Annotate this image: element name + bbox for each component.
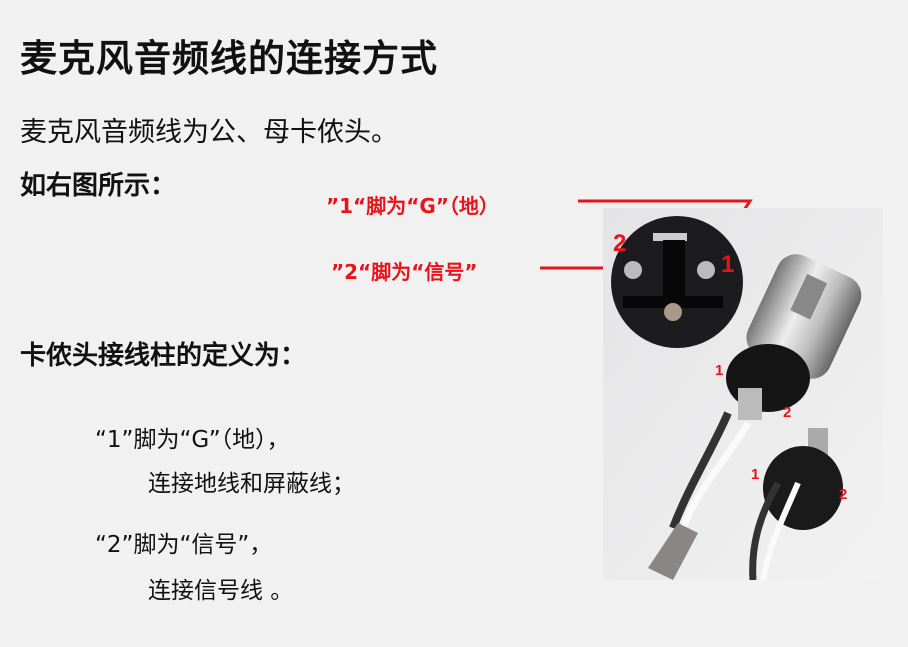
definition-1-line2: 连接地线和屏蔽线； (148, 471, 355, 497)
definition-1-line1: “1”脚为“G”（地）， (95, 427, 290, 453)
photo-label: 1 (751, 466, 760, 483)
photo-label: 2 (839, 486, 848, 503)
photo-label: 2 (783, 404, 792, 421)
photo-label: 1 (715, 362, 724, 379)
definition-2-line1: “2”脚为“信号”， (95, 532, 273, 558)
photo-label: 2 (613, 230, 627, 257)
definitions-heading: 卡侬头接线柱的定义为： (20, 341, 307, 371)
photo-label: 1 (721, 251, 735, 278)
definition-2-line2: 连接信号线 。 (148, 578, 294, 604)
xlr-connector-photo: 2 1 1 2 1 2 (603, 208, 883, 581)
